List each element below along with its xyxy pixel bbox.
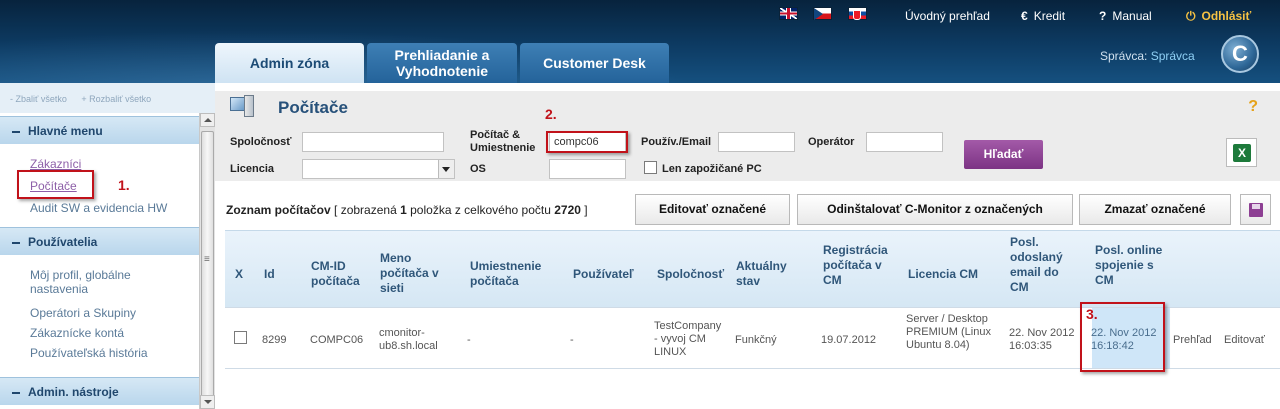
sidebar-toggle-all: - Zbaliť všetko + Rozbaliť všetko bbox=[10, 94, 163, 104]
tab-admin-zone[interactable]: Admin zóna bbox=[215, 43, 364, 83]
delete-selected-button[interactable]: Zmazať označené bbox=[1079, 194, 1231, 225]
sidebar-item-audit[interactable]: Audit SW a evidencia HW bbox=[30, 201, 190, 215]
power-icon: ⏻ bbox=[1186, 9, 1196, 23]
sk-flag-icon[interactable] bbox=[848, 7, 867, 20]
sidebar: - Zbaliť všetko + Rozbaliť všetko Hlavné… bbox=[0, 83, 215, 409]
company-input[interactable] bbox=[302, 132, 444, 152]
manual-link[interactable]: ? Manual bbox=[1099, 9, 1152, 23]
filter-panel: Spoločnosť Počítač & Umiestnenie compc06… bbox=[215, 124, 1280, 181]
sidebar-item-customer-accounts[interactable]: Zákaznícke kontá bbox=[30, 326, 190, 340]
admin-name-link[interactable]: Správca bbox=[1151, 49, 1195, 63]
page-title: Počítače bbox=[278, 98, 348, 117]
cmonitor-logo: C bbox=[1221, 35, 1259, 73]
sidebar-item-user-history[interactable]: Používateľská história bbox=[30, 346, 190, 360]
sidebar-section-main-menu[interactable]: Hlavné menu bbox=[0, 116, 199, 144]
cz-flag-icon[interactable] bbox=[813, 7, 832, 20]
minus-icon bbox=[12, 130, 20, 133]
minus-icon bbox=[12, 391, 20, 394]
col-last-online[interactable]: Posl. online spojenie s CM bbox=[1095, 243, 1171, 288]
col-company[interactable]: Spoločnosť bbox=[657, 267, 724, 282]
col-license[interactable]: Licencia CM bbox=[908, 267, 978, 282]
search-button[interactable]: Hľadať bbox=[964, 140, 1043, 169]
col-registration[interactable]: Registrácia počítača v CM bbox=[823, 243, 893, 288]
uk-flag-icon[interactable] bbox=[779, 7, 798, 20]
annotation-box-2 bbox=[546, 131, 628, 153]
excel-export-button[interactable]: X bbox=[1226, 138, 1257, 167]
col-user[interactable]: Používateľ bbox=[573, 267, 634, 282]
scroll-up-arrow-icon[interactable] bbox=[200, 113, 215, 127]
euro-icon: € bbox=[1021, 9, 1028, 23]
cell-id: 8299 bbox=[262, 334, 287, 346]
admin-info: Správca: Správca bbox=[1100, 49, 1195, 63]
loaned-pc-label: Len zapožičané PC bbox=[662, 163, 762, 175]
sidebar-scrollbar[interactable] bbox=[199, 113, 215, 409]
chevron-down-icon bbox=[442, 167, 450, 172]
col-id[interactable]: Id bbox=[264, 267, 275, 282]
operator-input[interactable] bbox=[866, 132, 943, 152]
tab-browse-evaluate[interactable]: Prehliadanie a Vyhodnotenie bbox=[367, 43, 517, 83]
cell-company: TestCompany - vyvoj CM LINUX bbox=[654, 320, 722, 358]
expand-all-link[interactable]: + Rozbaliť všetko bbox=[81, 94, 151, 104]
annotation-number-3: 3. bbox=[1086, 306, 1098, 322]
edit-selected-button[interactable]: Editovať označené bbox=[635, 194, 790, 225]
annotation-box-1 bbox=[17, 170, 94, 199]
credit-link[interactable]: € Kredit bbox=[1021, 9, 1065, 23]
cell-location: - bbox=[467, 334, 471, 346]
cell-state: Funkčný bbox=[735, 334, 777, 346]
sidebar-section-users[interactable]: Používatelia bbox=[0, 227, 199, 255]
col-state[interactable]: Aktuálny stav bbox=[736, 259, 796, 289]
minus-icon bbox=[12, 241, 20, 244]
operator-label: Operátor bbox=[808, 136, 855, 148]
user-email-label: Použív./Email bbox=[641, 136, 712, 148]
license-label: Licencia bbox=[230, 163, 275, 175]
edit-link[interactable]: Editovať bbox=[1224, 334, 1265, 347]
logout-link[interactable]: ⏻ Odhlásiť bbox=[1186, 9, 1251, 24]
sidebar-item-my-profile[interactable]: Môj profil, globálne nastavenia bbox=[30, 268, 190, 296]
annotation-number-1: 1. bbox=[118, 177, 130, 193]
license-select[interactable] bbox=[302, 159, 455, 179]
computer-location-label: Počítač & Umiestnenie bbox=[470, 129, 536, 154]
tab-customer-desk[interactable]: Customer Desk bbox=[520, 43, 669, 83]
scroll-down-arrow-icon[interactable] bbox=[200, 395, 215, 409]
cell-user: - bbox=[570, 334, 574, 346]
user-email-input[interactable] bbox=[718, 132, 795, 152]
view-link[interactable]: Prehľad bbox=[1173, 334, 1212, 347]
company-label: Spoločnosť bbox=[230, 136, 292, 148]
collapse-all-link[interactable]: - Zbaliť všetko bbox=[10, 94, 67, 104]
cell-last-email: 22. Nov 2012 16:03:35 bbox=[1009, 327, 1075, 352]
list-info: Zoznam počítačov [ zobrazená 1 položka z… bbox=[226, 203, 588, 217]
top-bar: Úvodný prehľad € Kredit ? Manual ⏻ Odhlásiť bbox=[0, 4, 1280, 24]
cell-name: cmonitor-ub8.sh.local bbox=[379, 327, 438, 352]
col-last-email[interactable]: Posl. odoslaný email do CM bbox=[1010, 235, 1070, 295]
header: Úvodný prehľad € Kredit ? Manual ⏻ Odhlásiť… bbox=[0, 0, 1280, 83]
page-header: Počítače ? bbox=[215, 90, 1280, 124]
excel-icon: X bbox=[1233, 144, 1251, 162]
cell-license: Server / Desktop PREMIUM (Linux Ubuntu 8… bbox=[906, 313, 991, 351]
uninstall-selected-button[interactable]: Odinštalovať C-Monitor z označených bbox=[797, 194, 1073, 225]
col-location[interactable]: Umiestnenie počítača bbox=[470, 259, 550, 289]
os-input[interactable] bbox=[549, 159, 626, 179]
floppy-disk-icon bbox=[1249, 203, 1263, 217]
computer-icon bbox=[230, 95, 256, 119]
home-link[interactable]: Úvodný prehľad bbox=[905, 9, 990, 23]
annotation-number-2: 2. bbox=[545, 106, 557, 122]
row-select-checkbox[interactable] bbox=[234, 331, 247, 344]
cell-cmid: COMPC06 bbox=[310, 334, 364, 346]
save-button[interactable] bbox=[1240, 194, 1271, 225]
sidebar-section-admin-tools[interactable]: Admin. nástroje bbox=[0, 377, 199, 405]
col-cmid[interactable]: CM-ID počítača bbox=[311, 259, 369, 289]
question-icon: ? bbox=[1099, 9, 1107, 23]
loaned-pc-checkbox[interactable] bbox=[644, 161, 657, 174]
scrollbar-thumb[interactable] bbox=[201, 131, 214, 401]
cell-registration: 19.07.2012 bbox=[821, 334, 877, 346]
col-x[interactable]: X bbox=[235, 267, 243, 282]
sidebar-item-customers[interactable]: Zákazníci bbox=[30, 157, 190, 171]
col-name[interactable]: Meno počítača v sieti bbox=[380, 251, 450, 296]
os-label: OS bbox=[470, 163, 486, 175]
table-header: X Id CM-ID počítača Meno počítača v siet… bbox=[225, 230, 1280, 307]
sidebar-item-operators[interactable]: Operátori a Skupiny bbox=[30, 306, 190, 320]
sidebar-menu: Hlavné menu Zákazníci Počítače Audit SW … bbox=[0, 113, 199, 409]
help-icon[interactable]: ? bbox=[1248, 98, 1258, 116]
